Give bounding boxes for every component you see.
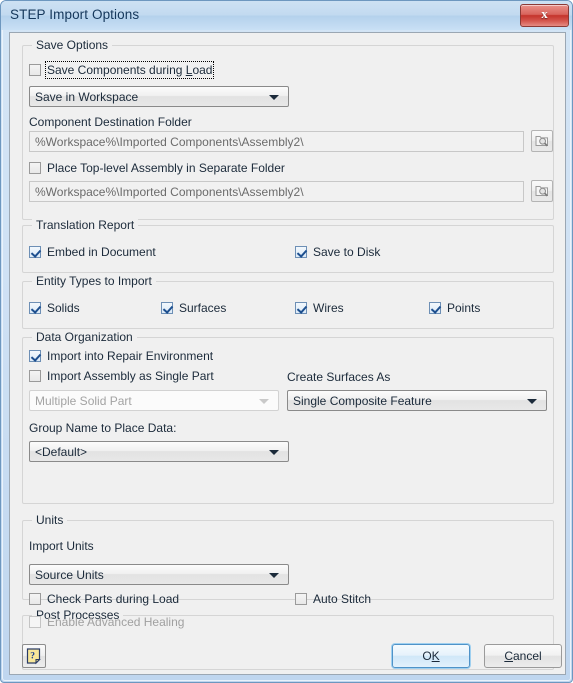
units-group: Units bbox=[22, 513, 554, 600]
save-to-disk-label: Save to Disk bbox=[313, 245, 381, 259]
ok-button[interactable]: OK bbox=[392, 644, 470, 668]
checkbox-box bbox=[29, 616, 41, 628]
entity-solids-checkbox[interactable]: Solids bbox=[29, 301, 80, 315]
chevron-down-icon bbox=[259, 398, 269, 404]
group-name-combo-value: <Default> bbox=[35, 444, 88, 459]
checkbox-box bbox=[29, 246, 41, 258]
checkbox-box bbox=[161, 302, 173, 314]
checkbox-box bbox=[29, 302, 41, 314]
checkbox-box bbox=[29, 162, 41, 174]
import-into-repair-environment-checkbox[interactable]: Import into Repair Environment bbox=[29, 349, 213, 363]
checkbox-box bbox=[295, 593, 307, 605]
import-into-repair-environment-label: Import into Repair Environment bbox=[47, 349, 214, 363]
enable-advanced-healing-checkbox[interactable]: Enable Advanced Healing bbox=[29, 615, 184, 629]
units-group-title: Units bbox=[32, 513, 68, 527]
import-units-combo-value: Source Units bbox=[35, 567, 104, 582]
auto-stitch-checkbox[interactable]: Auto Stitch bbox=[295, 592, 371, 606]
folder-search-icon bbox=[535, 186, 548, 197]
close-icon: x bbox=[541, 6, 548, 21]
help-note-icon: ? bbox=[26, 648, 41, 665]
import-assembly-as-single-part-label: Import Assembly as Single Part bbox=[47, 369, 214, 383]
ok-button-label: OK bbox=[422, 649, 440, 663]
entity-types-group-title: Entity Types to Import bbox=[32, 274, 156, 288]
single-part-type-combo[interactable]: Multiple Solid Part bbox=[29, 390, 279, 411]
create-surfaces-as-label: Create Surfaces As bbox=[287, 370, 391, 384]
import-assembly-as-single-part-checkbox[interactable]: Import Assembly as Single Part bbox=[29, 369, 214, 383]
checkbox-box bbox=[295, 302, 307, 314]
separate-folder-input[interactable]: %Workspace%\Imported Components\Assembly… bbox=[29, 181, 524, 202]
place-top-level-assembly-checkbox[interactable]: Place Top-level Assembly in Separate Fol… bbox=[29, 161, 285, 175]
checkbox-box bbox=[295, 246, 307, 258]
save-components-during-load-label: Save Components during Load bbox=[44, 61, 215, 79]
cancel-button-label: Cancel bbox=[504, 649, 542, 663]
entity-wires-label: Wires bbox=[313, 301, 344, 315]
dialog-client-area: Save Options Save Components during Load… bbox=[9, 32, 566, 675]
entity-surfaces-label: Surfaces bbox=[179, 301, 227, 315]
entity-surfaces-checkbox[interactable]: Surfaces bbox=[161, 301, 226, 315]
data-organization-group-title: Data Organization bbox=[32, 330, 137, 344]
embed-in-document-label: Embed in Document bbox=[47, 245, 156, 259]
help-button[interactable]: ? bbox=[22, 644, 46, 668]
checkbox-box bbox=[29, 350, 41, 362]
create-surfaces-as-combo-value: Single Composite Feature bbox=[293, 393, 432, 408]
save-location-combo[interactable]: Save in Workspace bbox=[29, 86, 289, 107]
save-location-combo-value: Save in Workspace bbox=[35, 89, 139, 104]
embed-in-document-checkbox[interactable]: Embed in Document bbox=[29, 245, 156, 259]
step-import-options-dialog: STEP Import Options x Save Options Save … bbox=[0, 0, 573, 683]
import-units-label: Import Units bbox=[29, 539, 94, 553]
chevron-down-icon bbox=[269, 94, 279, 100]
entity-wires-checkbox[interactable]: Wires bbox=[295, 301, 344, 315]
checkbox-box bbox=[29, 370, 41, 382]
entity-points-label: Points bbox=[447, 301, 481, 315]
save-options-group-title: Save Options bbox=[32, 38, 113, 52]
cancel-button[interactable]: Cancel bbox=[484, 644, 562, 668]
group-name-combo[interactable]: <Default> bbox=[29, 441, 289, 462]
check-parts-during-load-label: Check Parts during Load bbox=[47, 592, 180, 606]
folder-search-icon bbox=[535, 136, 548, 147]
entity-solids-label: Solids bbox=[47, 301, 80, 315]
save-components-during-load-checkbox[interactable]: Save Components during Load bbox=[29, 61, 215, 79]
create-surfaces-as-combo[interactable]: Single Composite Feature bbox=[287, 390, 547, 411]
component-destination-folder-input[interactable]: %Workspace%\Imported Components\Assembly… bbox=[29, 131, 524, 152]
save-to-disk-checkbox[interactable]: Save to Disk bbox=[295, 245, 380, 259]
title-bar[interactable]: STEP Import Options x bbox=[1, 1, 572, 30]
enable-advanced-healing-label: Enable Advanced Healing bbox=[47, 615, 185, 629]
checkbox-box bbox=[429, 302, 441, 314]
entity-points-checkbox[interactable]: Points bbox=[429, 301, 480, 315]
checkbox-box bbox=[29, 64, 41, 76]
browse-separate-folder-button[interactable] bbox=[531, 180, 553, 202]
browse-destination-button[interactable] bbox=[531, 130, 553, 152]
component-destination-folder-label: Component Destination Folder bbox=[29, 115, 192, 129]
svg-text:?: ? bbox=[30, 652, 35, 662]
single-part-type-combo-value: Multiple Solid Part bbox=[35, 393, 132, 408]
group-name-to-place-data-label: Group Name to Place Data: bbox=[29, 421, 177, 435]
auto-stitch-label: Auto Stitch bbox=[313, 592, 372, 606]
chevron-down-icon bbox=[269, 449, 279, 455]
chevron-down-icon bbox=[527, 398, 537, 404]
close-button[interactable]: x bbox=[520, 4, 569, 27]
translation-report-group-title: Translation Report bbox=[32, 218, 139, 232]
chevron-down-icon bbox=[269, 572, 279, 578]
checkbox-box bbox=[29, 593, 41, 605]
import-units-combo[interactable]: Source Units bbox=[29, 564, 289, 585]
check-parts-during-load-checkbox[interactable]: Check Parts during Load bbox=[29, 592, 179, 606]
window-title: STEP Import Options bbox=[10, 7, 140, 22]
place-top-level-assembly-label: Place Top-level Assembly in Separate Fol… bbox=[47, 161, 285, 175]
